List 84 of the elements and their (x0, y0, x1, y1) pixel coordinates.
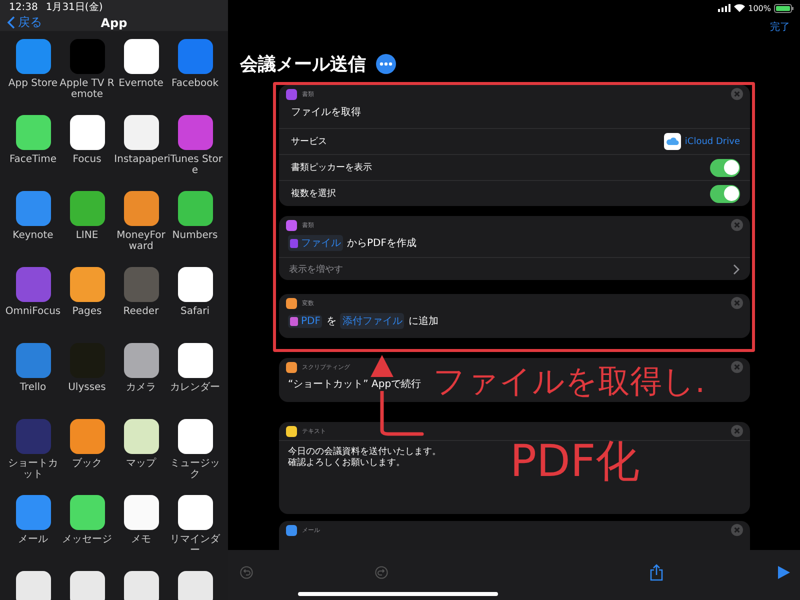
phrase-text: を (326, 314, 336, 328)
wifi-icon (734, 4, 746, 12)
app-icon[interactable] (16, 571, 50, 600)
app-name: リマインダー (169, 534, 222, 556)
app-icon[interactable] (70, 191, 104, 226)
app-name: Instapaper (113, 154, 168, 165)
app-icon[interactable] (70, 571, 104, 600)
app-icon[interactable] (124, 191, 158, 226)
handwritten-note: PDF化 (510, 435, 640, 489)
text-body-line: 今日のの会議資料を送付いたします。 (288, 447, 442, 458)
status-time: 12:38 (9, 2, 38, 12)
app-name: メッセージ (61, 534, 113, 545)
toggle-switch[interactable] (710, 184, 740, 202)
play-icon[interactable] (778, 566, 790, 578)
app-name: メモ (130, 534, 152, 545)
back-button[interactable]: 戻る (0, 14, 42, 31)
app-name: FaceTime (8, 154, 58, 165)
action-title: ファイルを取得 (279, 103, 750, 129)
phrase-text: からPDFを作成 (347, 236, 416, 250)
app-name: Pages (71, 306, 103, 317)
app-icon[interactable] (178, 419, 212, 454)
app-icon[interactable] (70, 419, 104, 454)
app-name: マップ (125, 458, 158, 469)
service-value[interactable]: iCloud Drive (684, 136, 740, 146)
app-name: ショートカット (7, 458, 59, 480)
more-icon[interactable] (376, 54, 396, 74)
done-button[interactable]: 完了 (770, 20, 790, 34)
app-name: Facebook (170, 78, 220, 89)
app-name: ブック (71, 458, 103, 469)
app-name: OmniFocus (5, 306, 61, 317)
parameter-label: 複数を選択 (291, 188, 336, 200)
app-name: Apple TV Remote (59, 78, 115, 100)
sidebar-title: App (100, 16, 128, 30)
variable-token[interactable]: ファイル (288, 235, 343, 251)
app-icon[interactable] (16, 115, 50, 150)
app-name: iTunes Store (167, 154, 223, 176)
text-body-line: 確認よろしくお願いします。 (288, 458, 406, 469)
app-name: MoneyForward (116, 230, 166, 252)
app-name: カメラ (125, 382, 157, 393)
app-icon[interactable] (178, 267, 212, 302)
toggle-switch[interactable] (710, 158, 740, 176)
app-name: ミュージック (169, 458, 221, 480)
app-name: Evernote (118, 78, 164, 89)
chevron-icon (7, 16, 15, 29)
app-icon[interactable] (124, 571, 158, 600)
app-icon[interactable] (124, 115, 158, 150)
app-name: Focus (72, 154, 102, 165)
app-name: Numbers (171, 230, 219, 241)
app-icon[interactable] (124, 495, 158, 530)
app-name: LINE (74, 230, 100, 241)
status-date: 1月31日(金) (46, 1, 103, 14)
battery-percentage: 100% (748, 4, 771, 12)
variable-token[interactable]: 添付ファイル (340, 313, 404, 329)
parameter-label: サービス (291, 136, 327, 148)
app-name: メール (17, 534, 49, 545)
phrase-text: “ショートカット” Appで続行 (288, 377, 422, 391)
chevron-icon (733, 264, 740, 274)
shortcut-title: 会議メール送信 (240, 53, 366, 76)
app-icon[interactable] (178, 343, 212, 378)
share-icon[interactable] (650, 564, 663, 580)
app-name: Ulysses (67, 382, 107, 393)
battery-icon (774, 4, 794, 12)
app-name: App Store (7, 78, 59, 89)
app-icon[interactable] (124, 343, 158, 378)
app-name: カレンダー (169, 382, 221, 393)
app-icon[interactable] (124, 419, 158, 454)
app-name: Trello (18, 382, 48, 393)
signal-icon (718, 4, 732, 12)
app-name: Keynote (12, 230, 54, 241)
app-icon[interactable] (70, 115, 104, 150)
app-icon[interactable] (178, 191, 212, 226)
app-name: Safari (179, 306, 210, 317)
app-icon[interactable] (70, 495, 104, 530)
app-name: Reeder (122, 306, 160, 317)
handwritten-note: ファイルを取得し. (433, 361, 706, 402)
app-icon[interactable] (124, 39, 158, 74)
variable-token[interactable]: PDF (288, 314, 322, 328)
parameter-label: 書類ピッカーを表示 (291, 162, 372, 174)
show-more-row[interactable]: 表示を増やす (279, 257, 750, 280)
app-icon[interactable] (178, 495, 212, 530)
cloud-icon (664, 133, 681, 150)
phrase-text: に追加 (408, 314, 438, 328)
app-icon[interactable] (70, 267, 104, 302)
app-icon[interactable] (178, 571, 212, 600)
